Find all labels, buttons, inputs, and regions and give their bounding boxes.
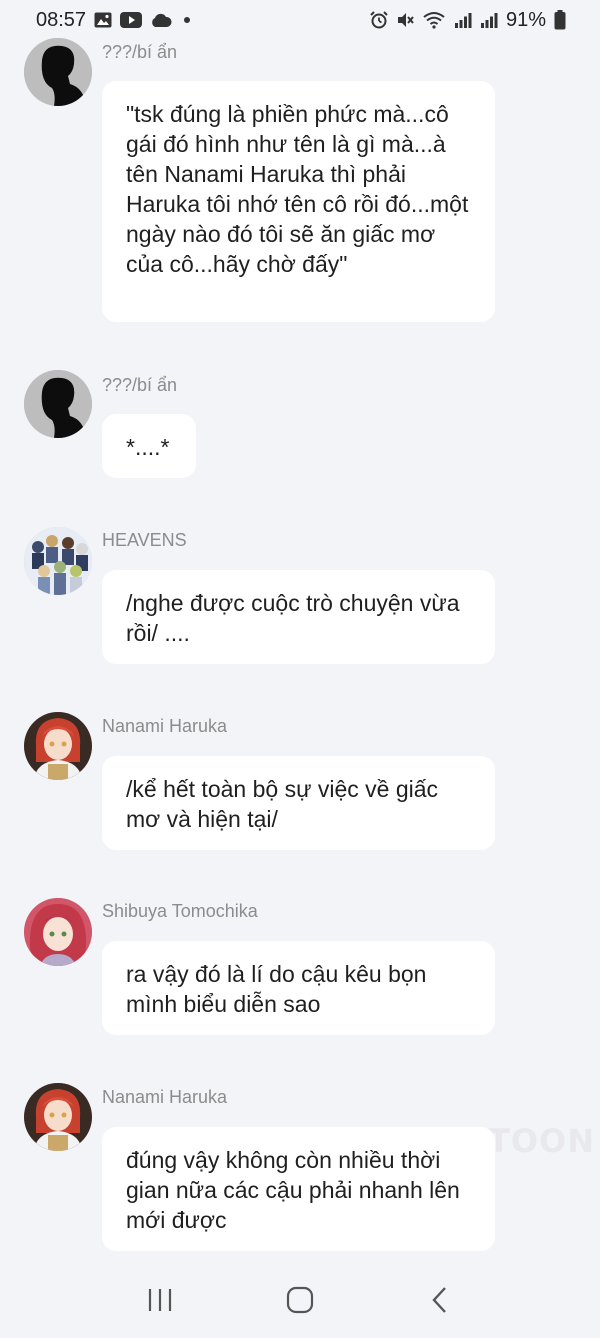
watermark: TOON <box>488 1122 596 1160</box>
home-button[interactable] <box>270 1270 330 1330</box>
navigation-bar <box>0 1262 600 1338</box>
sender-name: HEAVENS <box>102 530 187 550</box>
back-icon <box>432 1287 446 1313</box>
notification-dot-icon <box>184 17 191 23</box>
clock: 08:57 <box>36 8 87 31</box>
mute-icon <box>396 11 414 29</box>
back-button[interactable] <box>410 1270 470 1330</box>
alarm-icon <box>370 11 388 29</box>
battery-icon <box>554 10 566 30</box>
sender-name: Nanami Haruka <box>102 716 228 736</box>
cloud-icon <box>150 13 172 28</box>
status-bar-left: 08:57 <box>36 8 191 32</box>
message-bubble[interactable]: /kể hết toàn bộ sự việc về giấc mơ và hi… <box>102 756 495 850</box>
avatar-haruka[interactable] <box>24 712 92 780</box>
signal-icon <box>454 12 472 28</box>
youtube-icon <box>120 12 143 28</box>
message-bubble[interactable]: /nghe được cuộc trò chuyện vừa rồi/ .... <box>102 570 495 664</box>
message-bubble[interactable]: "tsk đúng là phiền phức mà...cô gái đó h… <box>102 81 495 322</box>
battery-percent: 91% <box>505 8 546 31</box>
recent-apps-button[interactable] <box>130 1270 190 1330</box>
message-bubble[interactable]: *....* <box>102 414 196 478</box>
signal-icon <box>480 12 498 28</box>
avatar-silhouette[interactable] <box>24 38 92 106</box>
status-bar-right: 91% <box>370 9 566 32</box>
wifi-icon <box>422 11 446 29</box>
chat-screen: 08:57 91% ???/bí ẩn "tsk đúng là phiền p… <box>0 0 600 1338</box>
avatar-silhouette[interactable] <box>24 370 92 438</box>
gallery-icon <box>94 12 112 28</box>
message-bubble[interactable]: đúng vậy không còn nhiều thời gian nữa c… <box>102 1127 495 1251</box>
recent-apps-icon <box>148 1289 172 1311</box>
avatar-group[interactable] <box>24 527 92 595</box>
message-bubble[interactable]: ra vậy đó là lí do cậu kêu bọn mình biểu… <box>102 941 495 1035</box>
sender-name: ???/bí ẩn <box>102 42 178 62</box>
sender-name: Nanami Haruka <box>102 1087 228 1107</box>
avatar-haruka[interactable] <box>24 1083 92 1151</box>
home-icon <box>286 1286 314 1314</box>
sender-name: Shibuya Tomochika <box>102 901 258 921</box>
sender-name: ???/bí ẩn <box>102 375 178 395</box>
status-bar: 08:57 91% <box>0 0 600 40</box>
avatar-tomochika[interactable] <box>24 898 92 966</box>
